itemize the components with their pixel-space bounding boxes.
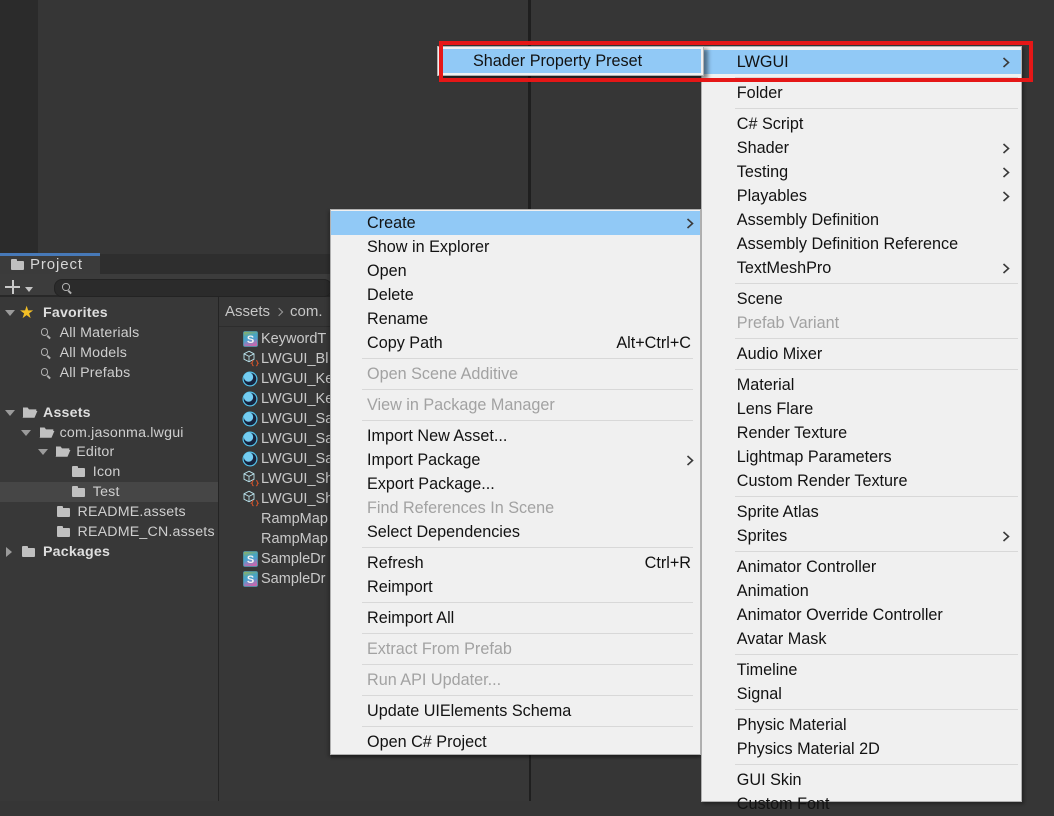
- svg-text:S: S: [247, 334, 254, 346]
- svg-text:S: S: [247, 554, 254, 566]
- svg-text:S: S: [247, 574, 254, 586]
